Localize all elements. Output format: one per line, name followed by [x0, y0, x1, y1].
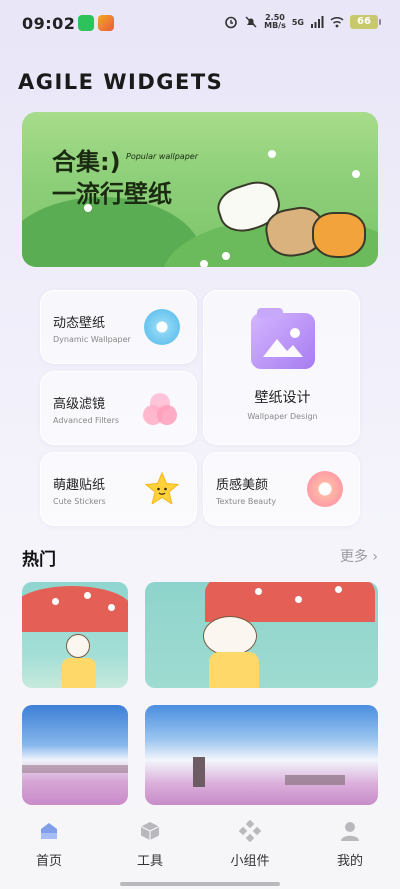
- banner-flower: [268, 150, 276, 158]
- texture-beauty-card[interactable]: 质感美颜 Texture Beauty: [203, 452, 360, 526]
- umbrella-dot: [295, 596, 302, 603]
- home-icon: [41, 823, 57, 839]
- card-title: 质感美颜: [216, 478, 269, 493]
- card-title: 萌趣贴纸: [53, 478, 106, 493]
- banner-subtitle: Popular wallpaper: [126, 152, 198, 161]
- advanced-filters-card[interactable]: 高级滤镜 Advanced Filters: [40, 371, 197, 445]
- card-subtitle: Dynamic Wallpaper: [53, 335, 131, 344]
- user-icon: [341, 822, 359, 841]
- hot-wallpaper-thumbnail[interactable]: [22, 582, 128, 688]
- orange-cat-illustration: [312, 212, 366, 258]
- image-folder-icon: [251, 308, 315, 369]
- dynamic-wallpaper-icon: [144, 309, 180, 345]
- umbrella-dot: [52, 598, 59, 605]
- status-time: 09:02: [22, 14, 76, 33]
- page-title: AGILE WIDGETS: [18, 70, 224, 94]
- umbrella-dot: [335, 586, 342, 593]
- more-link[interactable]: 更多 ›: [340, 546, 378, 566]
- mute-icon: [245, 16, 257, 28]
- nav-item-home[interactable]: 首页: [14, 820, 84, 869]
- widgets-icon: [239, 820, 261, 842]
- umbrella-dot: [108, 604, 115, 611]
- wallpaper-collection-banner[interactable]: 合集:) Popular wallpaper 一流行壁纸: [22, 112, 378, 267]
- filters-icon: [143, 393, 177, 425]
- card-subtitle: Advanced Filters: [53, 416, 120, 425]
- card-subtitle: Cute Stickers: [53, 497, 106, 506]
- girl-body: [62, 658, 96, 688]
- game-app-icon: [98, 15, 114, 31]
- card-subtitle: Wallpaper Design: [247, 412, 318, 421]
- card-title: 高级滤镜: [53, 397, 106, 412]
- banner-title-line2: 一流行壁纸: [52, 180, 172, 208]
- signal-icon: [311, 16, 324, 28]
- battery-indicator: 66: [350, 15, 381, 29]
- status-bar: 09:02 2.50 MB/s 5G 66: [0, 0, 400, 48]
- banner-flower: [352, 170, 360, 178]
- nav-label: 工具: [136, 854, 163, 869]
- wallpaper-design-card[interactable]: 壁纸设计 Wallpaper Design: [203, 290, 360, 445]
- wechat-icon: [78, 15, 94, 31]
- banner-title-line1: 合集:): [52, 148, 121, 176]
- hot-section-title: 热门: [22, 550, 56, 570]
- beauty-face-icon: [307, 471, 343, 507]
- nav-item-widgets[interactable]: 小组件: [215, 820, 285, 869]
- hot-wallpaper-thumbnail[interactable]: [145, 582, 378, 688]
- nav-item-mine[interactable]: 我的: [315, 820, 385, 869]
- windmill-illustration: [193, 757, 205, 787]
- nav-label: 我的: [336, 854, 363, 869]
- village-silhouette: [285, 775, 345, 785]
- girl-head: [66, 634, 90, 658]
- banner-flower: [222, 252, 230, 260]
- network-speed: 2.50 MB/s: [264, 13, 286, 30]
- wifi-icon: [330, 16, 344, 28]
- girl-body: [209, 652, 259, 688]
- banner-flower: [200, 260, 208, 267]
- village-silhouette: [22, 765, 128, 773]
- umbrella-dot: [255, 588, 262, 595]
- star-sticker-icon: [144, 471, 180, 506]
- hot-wallpaper-thumbnail[interactable]: [22, 705, 128, 805]
- alarm-icon: [225, 16, 237, 29]
- nav-label: 首页: [35, 854, 62, 869]
- umbrella-dot: [84, 592, 91, 599]
- nav-label: 小组件: [230, 854, 270, 869]
- card-subtitle: Texture Beauty: [216, 497, 277, 506]
- home-indicator: [120, 882, 280, 886]
- girl-head: [203, 616, 257, 656]
- hot-wallpaper-thumbnail[interactable]: [145, 705, 378, 805]
- signal-label: 5G: [291, 17, 304, 27]
- cute-stickers-card[interactable]: 萌趣贴纸 Cute Stickers: [40, 452, 197, 526]
- card-title: 壁纸设计: [254, 390, 311, 406]
- card-title: 动态壁纸: [53, 316, 106, 331]
- dynamic-wallpaper-card[interactable]: 动态壁纸 Dynamic Wallpaper: [40, 290, 197, 364]
- nav-item-tools[interactable]: 工具: [115, 820, 185, 869]
- bottom-navigation: 首页 工具 小组件 我的: [0, 806, 400, 889]
- cube-icon: [140, 822, 160, 840]
